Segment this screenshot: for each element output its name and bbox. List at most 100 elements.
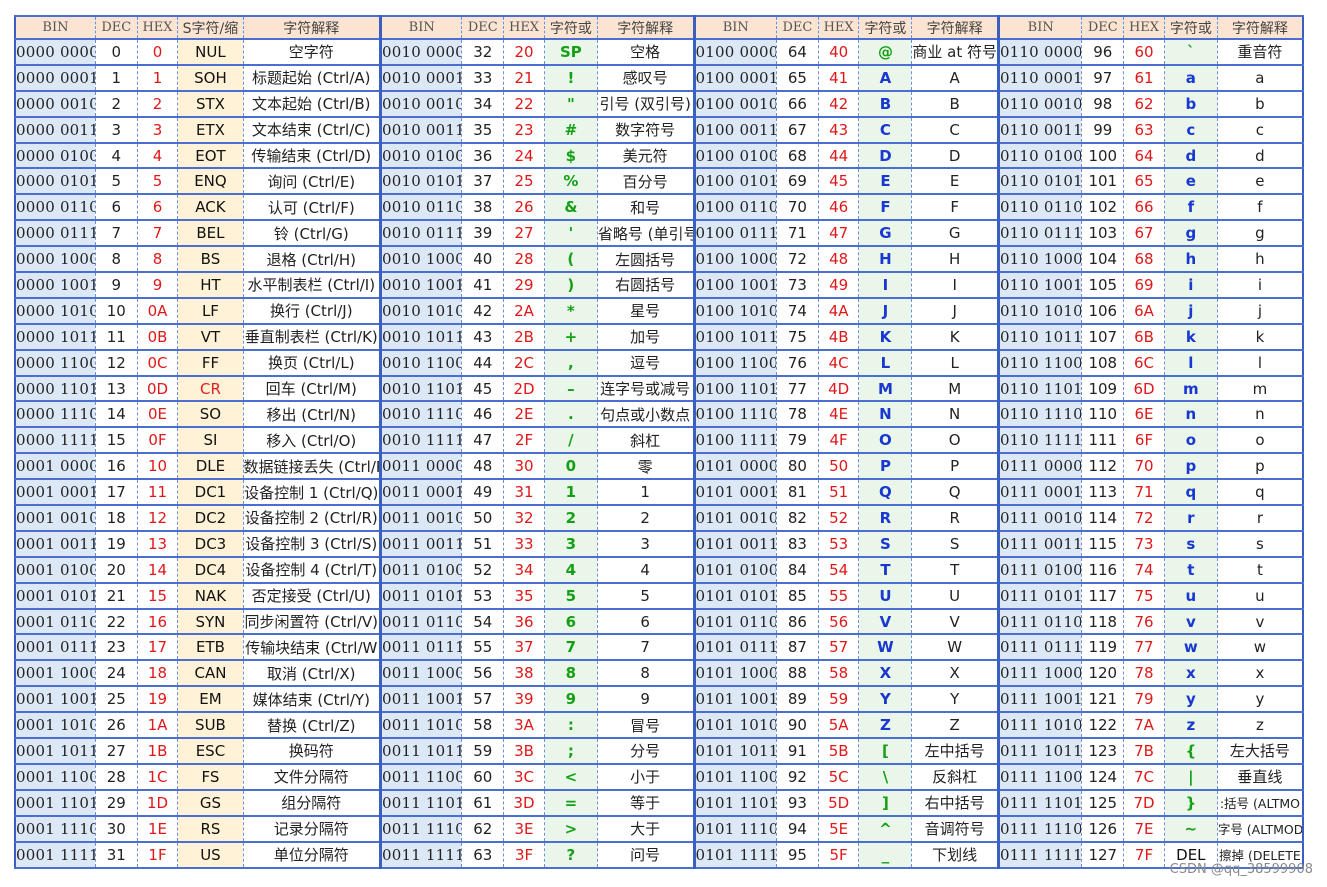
- cell-hex: 4D: [817, 374, 860, 403]
- cell-ch: i: [1163, 271, 1218, 299]
- cell-ch: [: [858, 737, 913, 765]
- cell-bin: 0001 0110: [14, 607, 96, 636]
- cell-desc: 同步闲置符 (Ctrl/V): [242, 607, 381, 636]
- cell-dec: 52: [461, 555, 505, 584]
- cell-dec: 124: [1081, 762, 1125, 791]
- cell-dec: 15: [94, 426, 138, 455]
- cell-dec: 28: [94, 762, 138, 791]
- cell-dec: 2: [94, 89, 138, 118]
- cell-hex: 58: [817, 659, 860, 688]
- cell-hex: 1: [136, 63, 179, 92]
- cell-bin: 0111 0100: [996, 555, 1083, 584]
- cell-bin: 0111 0111: [996, 633, 1083, 662]
- cell-dec: 43: [461, 322, 505, 351]
- cell-bin: 0010 1111: [378, 426, 463, 455]
- cell-bin: 0110 1111: [996, 426, 1083, 455]
- cell-dec: 95: [776, 840, 819, 869]
- cell-hex: 60: [1123, 38, 1165, 66]
- cell-sym: GS: [177, 788, 244, 817]
- cell-desc: 星号: [596, 296, 695, 325]
- cell-desc: 换页 (Ctrl/L): [242, 348, 381, 377]
- cell-hex: 1E: [136, 814, 179, 843]
- cell-dec: 66: [776, 89, 819, 118]
- cell-desc: 加号: [596, 322, 695, 351]
- table-row: 0000 1110 14 0E SO 移出 (Ctrl/N) 0010 1110 46 2E.…: [14, 400, 1304, 429]
- cell-sym: SO: [177, 400, 244, 429]
- cell-ch: ): [543, 271, 598, 299]
- cell-sym: SOH: [177, 63, 244, 92]
- cell-bin: 0001 0010: [14, 504, 96, 532]
- cell-hex: 0A: [136, 296, 179, 325]
- cell-desc: V: [911, 607, 999, 636]
- cell-desc: C: [911, 115, 999, 144]
- cell-hex: 79: [1123, 685, 1165, 714]
- cell-hex: 6C: [1123, 348, 1165, 377]
- header-sym: 字符或: [543, 15, 598, 40]
- cell-hex: 14: [136, 555, 179, 584]
- cell-bin: 0101 0100: [692, 555, 778, 584]
- cell-hex: 5B: [817, 737, 860, 765]
- table-row: 0001 0010 18 12 DC2 设备控制 2 (Ctrl/R) 0011 0010…: [14, 504, 1304, 532]
- table-row: 0000 0000 0 0 NUL 空字符 0010 0000 32 20 SP 空格 0100 0…: [14, 38, 1304, 66]
- cell-desc: D: [911, 141, 999, 170]
- header-bin: BIN: [692, 15, 778, 40]
- header-desc: 字符解释: [596, 15, 695, 40]
- cell-ch: (: [543, 245, 598, 274]
- cell-hex: 21: [503, 63, 545, 92]
- cell-dec: 14: [94, 400, 138, 429]
- cell-dec: 113: [1081, 478, 1125, 507]
- cell-desc: r: [1216, 504, 1304, 532]
- cell-bin: 0110 0100: [996, 141, 1083, 170]
- cell-dec: 18: [94, 504, 138, 532]
- cell-dec: 13: [94, 374, 138, 403]
- cell-dec: 120: [1081, 659, 1125, 688]
- cell-hex: 4: [136, 141, 179, 170]
- cell-desc: 1: [596, 478, 695, 507]
- cell-desc: 换行 (Ctrl/J): [242, 296, 381, 325]
- cell-bin: 0111 0010: [996, 504, 1083, 532]
- cell-sym: RS: [177, 814, 244, 843]
- cell-bin: 0001 1101: [14, 788, 96, 817]
- cell-desc: 字号 (ALTMOD: [1216, 814, 1304, 843]
- cell-desc: 设备控制 3 (Ctrl/S): [242, 529, 381, 558]
- cell-bin: 0110 0101: [996, 167, 1083, 196]
- cell-desc: 垂直线: [1216, 762, 1304, 791]
- cell-ch: R: [858, 504, 913, 532]
- header-bin: BIN: [14, 15, 96, 40]
- cell-ch: l: [1163, 348, 1218, 377]
- cell-dec: 91: [776, 737, 819, 765]
- cell-hex: 64: [1123, 141, 1165, 170]
- cell-desc: 单位分隔符: [242, 840, 381, 869]
- cell-bin: 0011 1011: [378, 737, 463, 765]
- cell-hex: 55: [817, 581, 860, 610]
- cell-dec: 63: [461, 840, 505, 869]
- cell-bin: 0010 1000: [378, 245, 463, 274]
- cell-bin: 0110 1100: [996, 348, 1083, 377]
- cell-bin: 0000 0001: [14, 63, 96, 92]
- cell-ch: >: [543, 814, 598, 843]
- cell-desc: S: [911, 529, 999, 558]
- cell-ch: $: [543, 141, 598, 170]
- cell-dec: 20: [94, 555, 138, 584]
- cell-dec: 37: [461, 167, 505, 196]
- table-row: 0000 0010 2 2 STX 文本起始 (Ctrl/B) 0010 0010 34 22…: [14, 89, 1304, 118]
- cell-ch: T: [858, 555, 913, 584]
- cell-dec: 45: [461, 374, 505, 403]
- cell-hex: 16: [136, 607, 179, 636]
- cell-dec: 69: [776, 167, 819, 196]
- cell-desc: 左圆括号: [596, 245, 695, 274]
- cell-ch: s: [1163, 529, 1218, 558]
- cell-bin: 0000 1000: [14, 245, 96, 274]
- cell-bin: 0010 1101: [378, 374, 463, 403]
- cell-desc: P: [911, 452, 999, 481]
- cell-ch: P: [858, 452, 913, 481]
- cell-hex: 40: [817, 38, 860, 66]
- header-desc: 字符解释: [1216, 15, 1304, 40]
- cell-ch: 9: [543, 685, 598, 714]
- cell-desc: h: [1216, 245, 1304, 274]
- cell-hex: 7: [136, 219, 179, 248]
- cell-bin: 0110 1110: [996, 400, 1083, 429]
- cell-dec: 90: [776, 711, 819, 740]
- cell-dec: 122: [1081, 711, 1125, 740]
- cell-hex: 71: [1123, 478, 1165, 507]
